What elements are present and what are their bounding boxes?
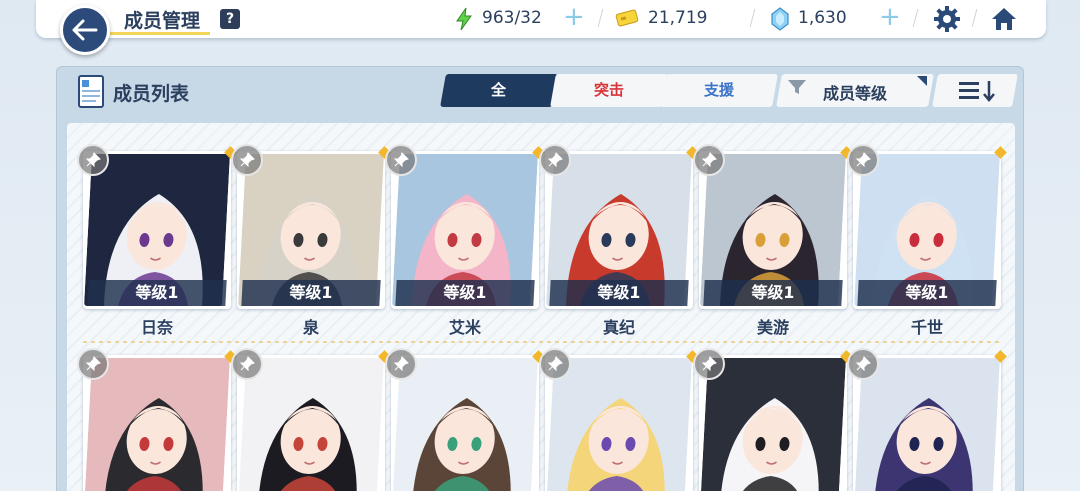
pin-icon[interactable] (385, 144, 417, 176)
energy-icon (456, 7, 472, 31)
row-divider (83, 341, 999, 343)
member-card[interactable] (385, 348, 545, 491)
member-name: 真纪 (602, 318, 635, 337)
card-frame (385, 348, 545, 491)
dropdown-corner-icon (917, 76, 927, 86)
tab-all[interactable]: 全 (440, 74, 558, 107)
card-frame (693, 348, 853, 491)
card-frame: 等级1 (385, 144, 545, 309)
character-portrait (546, 358, 692, 491)
member-grid: 等级1 日奈 等级1 泉 等级1 艾米 等级1 真纪 等级1 美游 等级1 千世 (67, 123, 1015, 491)
member-card[interactable]: 等级1 千世 (847, 144, 1007, 338)
member-card[interactable] (231, 348, 391, 491)
credits-value: 21,719 (648, 8, 708, 28)
card-frame (231, 348, 391, 491)
sort-label: 成员等级 (823, 84, 888, 103)
member-card[interactable] (539, 348, 699, 491)
sort-order-icon (959, 81, 995, 102)
character-portrait (84, 358, 230, 491)
pin-icon[interactable] (385, 348, 417, 380)
credits-icon (615, 9, 639, 27)
character-portrait (238, 358, 384, 491)
card-frame: 等级1 (847, 144, 1007, 309)
pin-icon[interactable] (847, 348, 879, 380)
member-card[interactable]: 等级1 日奈 (77, 144, 237, 338)
level-badge: 等级1 (87, 280, 227, 306)
card-frame: 等级1 (693, 144, 853, 309)
card-frame: 等级1 (231, 144, 391, 309)
pin-icon[interactable] (231, 144, 263, 176)
member-card[interactable]: 等级1 泉 (231, 144, 391, 338)
character-portrait (700, 358, 846, 491)
title-underline (110, 32, 210, 35)
tab-label: 支援 (703, 81, 734, 99)
pin-icon[interactable] (77, 348, 109, 380)
member-card[interactable] (693, 348, 853, 491)
member-name: 泉 (302, 318, 319, 337)
gem-icon (771, 7, 789, 31)
home-icon[interactable] (990, 5, 1018, 33)
panel-header: 成员列表 全 突击 支援 成员等级 (57, 67, 1023, 117)
add-gems-button[interactable]: + (879, 4, 901, 30)
pin-icon[interactable] (539, 348, 571, 380)
back-button[interactable] (60, 5, 110, 55)
card-frame (539, 348, 699, 491)
pin-icon[interactable] (77, 144, 109, 176)
pin-icon[interactable] (693, 144, 725, 176)
member-card[interactable] (847, 348, 1007, 491)
card-frame (77, 348, 237, 491)
tab-support[interactable]: 支援 (660, 74, 778, 107)
character-portrait (392, 358, 538, 491)
tab-label: 突击 (593, 81, 624, 99)
help-button[interactable]: ? (220, 9, 240, 29)
member-list-panel: 成员列表 全 突击 支援 成员等级 等级1 日奈 等级1 泉等级1 艾米 等级1 真纪 等级1… (56, 66, 1024, 491)
member-name: 美游 (756, 318, 789, 337)
level-badge: 等级1 (549, 280, 689, 306)
tab-label: 全 (491, 81, 507, 99)
member-list-icon (78, 75, 104, 108)
level-badge: 等级1 (703, 280, 843, 306)
settings-gear-icon[interactable] (933, 5, 961, 33)
member-card[interactable] (77, 348, 237, 491)
back-arrow-icon (72, 19, 98, 41)
add-energy-button[interactable]: + (563, 4, 585, 30)
filter-icon (788, 80, 806, 94)
member-card[interactable]: 等级1 真纪 (539, 144, 699, 338)
card-frame: 等级1 (539, 144, 699, 309)
member-name: 日奈 (140, 318, 173, 337)
member-name: 千世 (910, 318, 943, 337)
tab-strike[interactable]: 突击 (550, 74, 668, 107)
card-frame: 等级1 (77, 144, 237, 309)
pin-icon[interactable] (539, 144, 571, 176)
energy-value: 963/32 (482, 8, 542, 28)
member-card[interactable]: 等级1 艾米 (385, 144, 545, 338)
level-badge: 等级1 (857, 280, 997, 306)
gems-value: 1,630 (798, 8, 847, 28)
character-portrait (854, 358, 1000, 491)
page-title: 成员管理 (124, 10, 201, 32)
member-card[interactable]: 等级1 美游 (693, 144, 853, 338)
card-frame (847, 348, 1007, 491)
level-badge: 等级1 (395, 280, 535, 306)
pin-icon[interactable] (847, 144, 879, 176)
pin-icon[interactable] (693, 348, 725, 380)
level-badge: 等级1 (241, 280, 381, 306)
member-name: 艾米 (448, 318, 481, 337)
panel-title: 成员列表 (113, 83, 190, 105)
pin-icon[interactable] (231, 348, 263, 380)
